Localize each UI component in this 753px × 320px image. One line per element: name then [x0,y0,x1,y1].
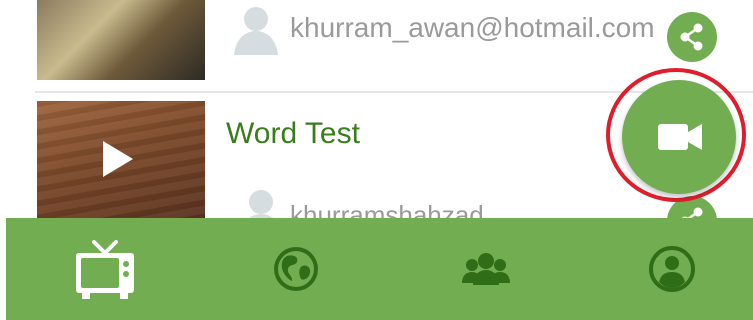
video-title[interactable]: Word Test [226,117,360,151]
community-icon [462,253,510,285]
tv-icon [76,240,134,299]
nav-explore[interactable] [256,218,336,320]
globe-icon [274,247,318,291]
nav-tv[interactable] [62,218,148,320]
bottom-navigation [6,218,753,320]
nav-profile[interactable] [632,218,712,320]
play-icon [103,141,133,177]
video-thumbnail[interactable] [37,101,205,218]
record-video-button[interactable] [622,80,736,194]
nav-community[interactable] [446,218,526,320]
video-camera-icon [658,124,702,150]
profile-icon [649,246,695,292]
